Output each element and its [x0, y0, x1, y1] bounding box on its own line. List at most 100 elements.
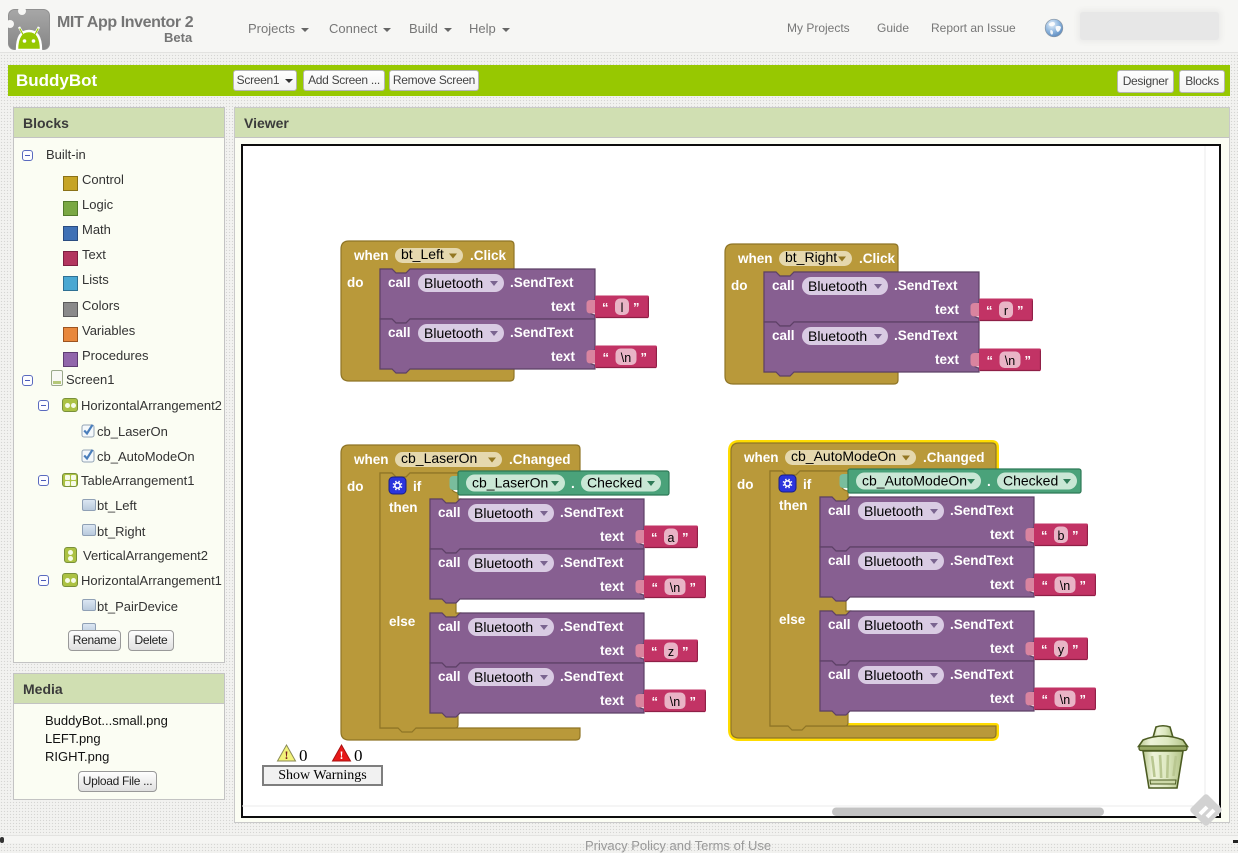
- svg-text:text: text: [551, 299, 576, 314]
- svg-text:call: call: [388, 275, 411, 290]
- svg-text:0: 0: [299, 746, 308, 765]
- svg-text:“: “: [1042, 578, 1049, 593]
- svg-text:Bluetooth: Bluetooth: [474, 555, 533, 571]
- svg-text:text: text: [600, 529, 625, 544]
- svg-text:do: do: [347, 479, 364, 494]
- svg-text:”: ”: [1072, 528, 1079, 543]
- svg-text:text: text: [990, 641, 1015, 656]
- svg-text:.Click: .Click: [470, 248, 507, 263]
- svg-text:“: “: [652, 694, 659, 709]
- svg-text:“: “: [603, 350, 610, 365]
- svg-text:Checked: Checked: [1003, 473, 1058, 489]
- svg-text:Bluetooth: Bluetooth: [474, 669, 533, 685]
- svg-text:Bluetooth: Bluetooth: [474, 505, 533, 521]
- svg-text:!: !: [340, 748, 344, 762]
- svg-text:.Click: .Click: [859, 251, 896, 266]
- svg-text:text: text: [551, 349, 576, 364]
- svg-text:call: call: [828, 553, 851, 568]
- svg-text:.SendText: .SendText: [510, 325, 574, 340]
- svg-text:.SendText: .SendText: [510, 275, 574, 290]
- svg-text:.SendText: .SendText: [894, 328, 958, 343]
- svg-text:call: call: [828, 503, 851, 518]
- svg-text:call: call: [388, 325, 411, 340]
- svg-text:”: ”: [1017, 303, 1024, 318]
- svg-text:!: !: [285, 748, 289, 762]
- svg-text:z: z: [668, 645, 674, 659]
- svg-text:when: when: [353, 248, 389, 263]
- svg-text:“: “: [1041, 528, 1048, 543]
- svg-text:if: if: [803, 477, 812, 492]
- svg-text:cb_AutoModeOn: cb_AutoModeOn: [862, 473, 967, 489]
- svg-text:else: else: [779, 612, 806, 627]
- svg-text:text: text: [935, 352, 960, 367]
- svg-text:0: 0: [354, 746, 363, 765]
- svg-text:.SendText: .SendText: [950, 617, 1014, 632]
- svg-text:when: when: [737, 251, 773, 266]
- svg-text:”: ”: [682, 530, 689, 545]
- svg-text:Bluetooth: Bluetooth: [864, 553, 923, 569]
- svg-text:bt_Left: bt_Left: [401, 246, 444, 262]
- svg-text:a: a: [668, 531, 675, 545]
- svg-text:text: text: [990, 527, 1015, 542]
- svg-text:\n: \n: [670, 581, 680, 595]
- svg-text:do: do: [737, 477, 754, 492]
- svg-text:”: ”: [1025, 353, 1032, 368]
- svg-text:.SendText: .SendText: [894, 278, 958, 293]
- svg-text:.SendText: .SendText: [950, 553, 1014, 568]
- svg-text:.Changed: .Changed: [509, 452, 571, 467]
- svg-text:do: do: [731, 278, 748, 293]
- svg-text:Checked: Checked: [587, 475, 642, 491]
- svg-text:”: ”: [690, 580, 697, 595]
- svg-text:.: .: [987, 474, 991, 489]
- svg-text:“: “: [986, 303, 993, 318]
- svg-text:”: ”: [633, 300, 640, 315]
- svg-text:bt_Right: bt_Right: [785, 249, 837, 265]
- svg-text:if: if: [413, 479, 422, 494]
- svg-text:when: when: [353, 452, 389, 467]
- svg-text:do: do: [347, 275, 364, 290]
- svg-text:.SendText: .SendText: [560, 505, 624, 520]
- svg-text:.: .: [571, 476, 575, 491]
- svg-text:.SendText: .SendText: [560, 555, 624, 570]
- svg-text:then: then: [389, 500, 418, 515]
- svg-text:call: call: [772, 328, 795, 343]
- svg-text:\n: \n: [1060, 693, 1070, 707]
- svg-text:call: call: [438, 669, 461, 684]
- svg-text:call: call: [828, 667, 851, 682]
- svg-text:\n: \n: [1060, 579, 1070, 593]
- svg-text:text: text: [600, 579, 625, 594]
- svg-text:cb_AutoModeOn: cb_AutoModeOn: [791, 448, 896, 464]
- svg-text:text: text: [990, 691, 1015, 706]
- svg-text:\n: \n: [670, 695, 680, 709]
- svg-text:“: “: [602, 300, 609, 315]
- svg-text:”: ”: [1080, 692, 1087, 707]
- svg-text:l: l: [621, 301, 624, 315]
- svg-text:”: ”: [690, 694, 697, 709]
- svg-text:.Changed: .Changed: [923, 450, 985, 465]
- svg-text:y: y: [1058, 643, 1065, 657]
- svg-text:Bluetooth: Bluetooth: [424, 275, 483, 291]
- svg-text:text: text: [935, 302, 960, 317]
- svg-text:”: ”: [1072, 642, 1079, 657]
- svg-text:.SendText: .SendText: [560, 619, 624, 634]
- svg-text:\n: \n: [1005, 354, 1015, 368]
- svg-text:text: text: [600, 643, 625, 658]
- svg-text:”: ”: [682, 644, 689, 659]
- svg-text:Bluetooth: Bluetooth: [474, 619, 533, 635]
- svg-text:“: “: [987, 353, 994, 368]
- svg-text:Bluetooth: Bluetooth: [864, 503, 923, 519]
- svg-text:text: text: [990, 577, 1015, 592]
- svg-text:.SendText: .SendText: [950, 503, 1014, 518]
- svg-text:text: text: [600, 693, 625, 708]
- svg-text:“: “: [651, 530, 658, 545]
- svg-text:.SendText: .SendText: [950, 667, 1014, 682]
- svg-text:when: when: [743, 450, 779, 465]
- svg-text:“: “: [1042, 692, 1049, 707]
- svg-text:“: “: [651, 644, 658, 659]
- svg-text:cb_LaserOn: cb_LaserOn: [472, 475, 548, 491]
- svg-text:Bluetooth: Bluetooth: [808, 278, 867, 294]
- svg-text:\n: \n: [621, 351, 631, 365]
- svg-text:b: b: [1058, 529, 1065, 543]
- svg-text:call: call: [438, 505, 461, 520]
- svg-text:call: call: [438, 555, 461, 570]
